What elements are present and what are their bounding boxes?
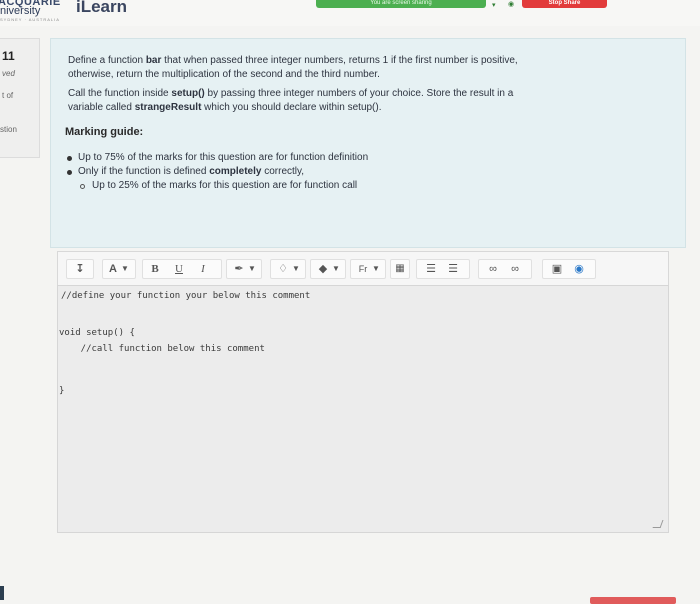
highlight-button[interactable]: ♢ ▼ <box>270 259 306 279</box>
text-color-button[interactable]: ✒ ▼ <box>226 259 262 279</box>
font-family-label: Fr <box>358 264 368 274</box>
code-line-2: void setup() { <box>59 328 135 338</box>
insert-table-button[interactable]: ▦ <box>390 259 410 279</box>
font-family-button[interactable]: Fr ▼ <box>350 259 386 279</box>
underline-button[interactable]: U <box>171 260 187 278</box>
paragraph-icon: ↧ <box>75 263 85 275</box>
italic-button[interactable]: I <box>195 260 211 278</box>
app-name[interactable]: iLearn <box>76 0 127 17</box>
chevron-down-icon: ▼ <box>292 264 300 273</box>
link-group: ∞ ∞ <box>478 259 532 279</box>
marking-bullet-2: Only if the function is defined complete… <box>78 165 304 179</box>
left-edge-marker <box>0 586 4 600</box>
university-name: niversity <box>0 5 41 17</box>
bullet-emphasis: completely <box>209 166 262 177</box>
top-bar: ACQUARIE niversity SYDNEY · AUSTRALIA iL… <box>0 0 700 26</box>
question-number: 11 <box>2 49 15 63</box>
setup-name: setup() <box>171 88 205 99</box>
question-text: Call the function inside <box>68 88 172 99</box>
font-size-button[interactable]: A ▼ <box>102 259 136 279</box>
question-mark: t of <box>2 91 14 100</box>
question-line-3: Call the function inside setup() by pass… <box>68 87 638 101</box>
resize-grip-icon[interactable] <box>652 520 664 528</box>
question-line-4: variable called strangeResult which you … <box>68 101 638 115</box>
chevron-down-icon: ▼ <box>248 264 256 273</box>
question-text-panel: Define a function bar that when passed t… <box>50 38 686 248</box>
marking-bullet-1: Up to 75% of the marks for this question… <box>78 152 369 163</box>
chevron-down-icon: ▼ <box>332 264 340 273</box>
table-icon: ▦ <box>395 263 405 274</box>
share-control-icon[interactable]: ▾ <box>492 1 496 9</box>
stop-share-label: Stop Share <box>548 0 581 6</box>
bullet-text: correctly, <box>261 166 305 177</box>
question-line-1: Define a function bar that when passed t… <box>68 54 638 68</box>
chevron-down-icon: ▼ <box>372 264 380 273</box>
paragraph-button[interactable]: ↧ <box>66 259 94 279</box>
chevron-down-icon: ▼ <box>121 264 129 273</box>
variable-name: strangeResult <box>134 102 202 113</box>
fill-color-button[interactable]: ◆ ▼ <box>310 259 346 279</box>
question-line-2: otherwise, return the multiplication of … <box>68 69 380 80</box>
university-subtitle: SYDNEY · AUSTRALIA <box>0 17 60 22</box>
bullet-dot <box>67 156 72 161</box>
marking-guide-title: Marking guide: <box>65 126 144 138</box>
font-size-label: A <box>109 263 117 275</box>
unlink-icon[interactable]: ∞ <box>507 260 523 278</box>
flag-question-link[interactable]: stion <box>0 125 17 134</box>
code-line-4: } <box>59 386 65 396</box>
bullet-list-icon[interactable]: ☰ <box>423 260 439 278</box>
sub-bullet-circle <box>80 184 85 189</box>
bullet-text: Only if the function is defined <box>78 166 210 177</box>
question-text: that when passed three integer numbers, … <box>161 55 518 66</box>
link-icon[interactable]: ∞ <box>485 260 501 278</box>
question-text: variable called <box>68 102 135 113</box>
pen-icon: ✒ <box>234 263 244 275</box>
question-text: which you should declare within setup(). <box>201 102 382 113</box>
code-editor[interactable]: //define your function your below this c… <box>57 285 669 533</box>
function-name: bar <box>145 55 162 66</box>
bullet-dot <box>67 170 72 175</box>
text-style-group: B U I <box>142 259 222 279</box>
image-icon[interactable]: ▣ <box>549 260 565 278</box>
numbered-list-icon[interactable]: ☰ <box>445 260 461 278</box>
record-icon[interactable]: ◉ <box>571 260 587 278</box>
share-status-icon[interactable]: ◉ <box>508 0 514 8</box>
code-line-3: //call function below this comment <box>59 344 265 354</box>
editor-toolbar: ↧ A ▼ B U I ✒ ▼ ♢ ▼ ◆ ▼ Fr ▼ ▦ ☰ ☰ ∞ ∞ ▣… <box>57 251 669 285</box>
bold-button[interactable]: B <box>147 260 163 278</box>
stop-share-button[interactable]: Stop Share <box>522 0 607 8</box>
question-text: by passing three integer numbers of your… <box>204 88 514 99</box>
question-text: Define a function <box>68 55 146 66</box>
question-status: ved <box>2 69 15 78</box>
screen-share-banner: You are screen sharing <box>316 0 486 8</box>
paint-bucket-icon: ◆ <box>318 263 328 275</box>
list-group: ☰ ☰ <box>416 259 470 279</box>
marking-sub-bullet: Up to 25% of the marks for this question… <box>92 180 358 191</box>
media-group: ▣ ◉ <box>542 259 596 279</box>
question-info-card: 11 ved t of stion <box>0 38 40 158</box>
code-line-1: //define your function your below this c… <box>61 291 311 301</box>
university-logo[interactable]: ACQUARIE niversity SYDNEY · AUSTRALIA <box>0 0 64 26</box>
bottom-status-bar <box>590 597 676 604</box>
question-sidebar: 11 ved t of stion <box>0 30 44 604</box>
highlighter-icon: ♢ <box>278 263 288 275</box>
